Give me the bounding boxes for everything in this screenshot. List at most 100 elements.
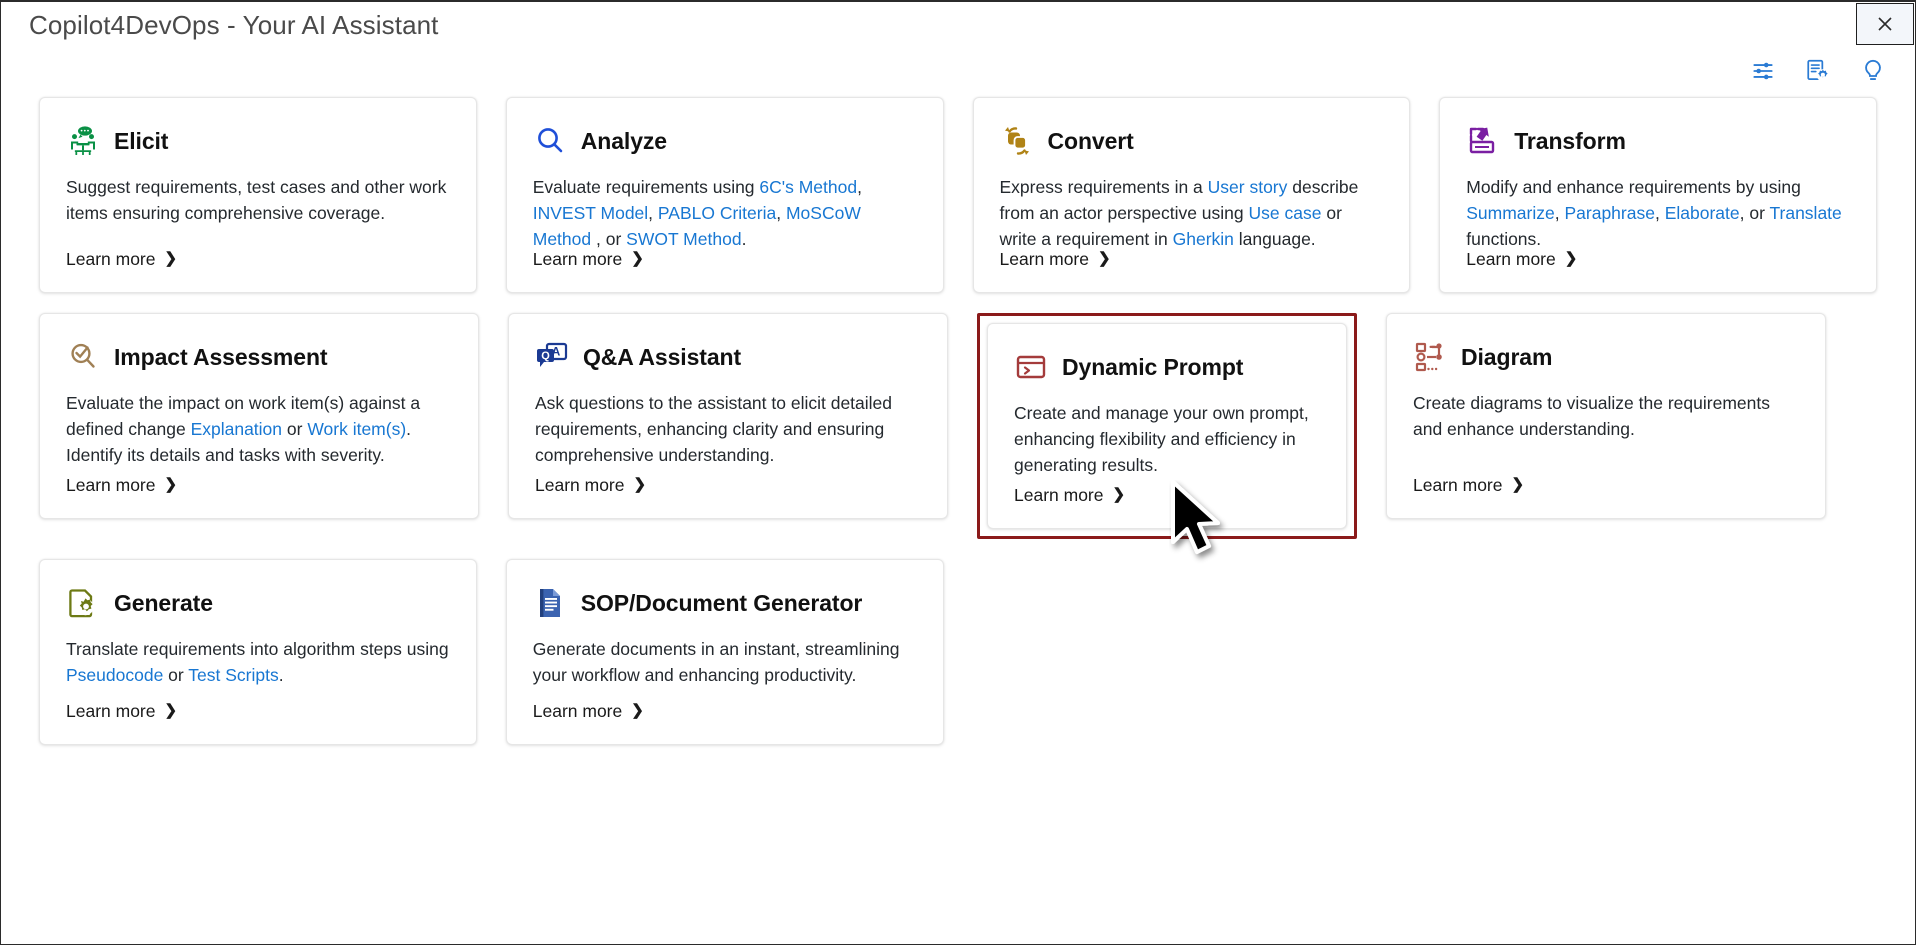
card-dynamic-prompt[interactable]: Dynamic Prompt Create and manage your ow… (987, 323, 1347, 529)
description-text: or (282, 419, 308, 439)
description-link[interactable]: 6C's Method (759, 177, 857, 197)
learn-more-link-convert[interactable]: Learn more ❯ (1000, 249, 1111, 270)
learn-more-link-sop-document-generator[interactable]: Learn more ❯ (533, 701, 644, 722)
description-text: . (278, 665, 284, 685)
diagram-nodes-icon (1413, 340, 1447, 374)
description-link[interactable]: Elaborate (1665, 203, 1740, 223)
description-text: . (741, 229, 747, 249)
learn-more-label: Learn more (535, 475, 625, 495)
card-cell-empty (973, 559, 1411, 745)
settings-sliders-icon[interactable] (1749, 57, 1777, 85)
description-link[interactable]: Work item(s) (307, 419, 406, 439)
card-generate[interactable]: Generate Translate requirements into alg… (39, 559, 477, 745)
description-text: , (857, 177, 862, 197)
lightbulb-icon[interactable] (1859, 57, 1887, 85)
title-bar: Copilot4DevOps - Your AI Assistant (1, 2, 1915, 49)
learn-more-link-analyze[interactable]: Learn more ❯ (533, 249, 644, 270)
learn-more-link-diagram[interactable]: Learn more ❯ (1413, 475, 1524, 496)
description-text: Generate documents in an instant, stream… (532, 639, 900, 685)
chevron-right-icon: ❯ (631, 250, 644, 267)
card-title: Transform (1514, 127, 1626, 154)
description-text: , or (591, 229, 627, 249)
learn-more-label: Learn more (66, 475, 156, 495)
feature-card-grid: Elicit Suggest requirements, test cases … (1, 97, 1915, 944)
description-link[interactable]: Pseudocode (66, 665, 163, 685)
description-link[interactable]: PABLO Criteria (658, 203, 776, 223)
learn-more-label: Learn more (66, 249, 156, 269)
chevron-right-icon: ❯ (164, 476, 178, 493)
card-header: Generate (66, 584, 450, 622)
card-title: Dynamic Prompt (1062, 353, 1244, 380)
card-cell-generate: Generate Translate requirements into alg… (39, 559, 477, 745)
card-cell-impact-assessment: Impact Assessment Evaluate the impact on… (39, 313, 479, 539)
card-transform[interactable]: Transform Modify and enhance requirement… (1439, 97, 1877, 293)
description-text: , or (1739, 203, 1770, 223)
description-text: Create and manage your own prompt, enhan… (1014, 403, 1309, 475)
card-title: Elicit (114, 127, 169, 154)
page-title: Copilot4DevOps - Your AI Assistant (29, 10, 439, 40)
card-cell-elicit: Elicit Suggest requirements, test cases … (39, 97, 477, 293)
card-title: Impact Assessment (114, 343, 328, 370)
card-cell-dynamic-prompt-highlighted: Dynamic Prompt Create and manage your ow… (977, 313, 1357, 539)
qa-chat-icon: A Q (535, 340, 569, 374)
card-sop-document-generator[interactable]: SOP/Document Generator Generate document… (505, 559, 944, 745)
card-cell-diagram: Diagram Create diagrams to visualize the… (1386, 313, 1826, 539)
description-text: Modify and enhance requirements by using (1466, 177, 1801, 197)
card-cell-empty (1439, 559, 1877, 745)
card-description: Ask questions to the assistant to elicit… (535, 390, 921, 468)
card-elicit[interactable]: Elicit Suggest requirements, test cases … (39, 97, 477, 293)
description-link[interactable]: INVEST Model (533, 203, 648, 223)
card-impact-assessment[interactable]: Impact Assessment Evaluate the impact on… (39, 313, 479, 519)
card-row: Generate Translate requirements into alg… (39, 559, 1877, 745)
card-convert[interactable]: Convert Express requirements in a User s… (972, 97, 1411, 293)
card-row: Elicit Suggest requirements, test cases … (39, 97, 1877, 293)
card-description: Translate requirements into algorithm st… (66, 636, 450, 688)
learn-more-link-generate[interactable]: Learn more ❯ (66, 701, 177, 722)
close-icon (1875, 14, 1895, 34)
description-link[interactable]: User story (1208, 177, 1288, 197)
learn-more-link-elicit[interactable]: Learn more ❯ (66, 249, 177, 270)
description-link[interactable]: Explanation (191, 419, 282, 439)
card-analyze[interactable]: Analyze Evaluate requirements using 6C's… (505, 97, 944, 293)
chevron-right-icon: ❯ (1098, 250, 1111, 267)
chevron-right-icon: ❯ (631, 702, 644, 719)
description-link[interactable]: Use case (1249, 203, 1322, 223)
card-cell-qa-assistant: A Q Q&A Assistant Ask questions to the a… (508, 313, 948, 539)
generate-doc-gear-icon (66, 586, 100, 620)
card-description: Create diagrams to visualize the require… (1413, 390, 1799, 442)
description-link[interactable]: Gherkin (1173, 229, 1234, 249)
description-text: Create diagrams to visualize the require… (1413, 393, 1770, 439)
learn-more-label: Learn more (999, 249, 1090, 269)
description-text: functions. (1466, 229, 1542, 249)
description-text: Translate requirements into algorithm st… (66, 639, 449, 659)
learn-more-label: Learn more (66, 701, 156, 721)
chevron-right-icon: ❯ (164, 250, 178, 267)
svg-text:Q: Q (541, 350, 550, 362)
card-title: Analyze (580, 127, 667, 154)
card-diagram[interactable]: Diagram Create diagrams to visualize the… (1386, 313, 1826, 519)
card-description: Evaluate the impact on work item(s) agai… (66, 390, 452, 468)
learn-more-link-impact-assessment[interactable]: Learn more ❯ (66, 475, 177, 496)
convert-rotate-icon (1000, 124, 1034, 158)
card-description: Evaluate requirements using 6C's Method,… (533, 174, 917, 252)
close-button[interactable] (1856, 3, 1914, 45)
description-link[interactable]: Paraphrase (1564, 203, 1654, 223)
card-title: Diagram (1461, 343, 1553, 370)
document-settings-icon[interactable] (1804, 57, 1832, 85)
description-text: , (1654, 203, 1665, 223)
learn-more-link-qa-assistant[interactable]: Learn more ❯ (535, 475, 646, 496)
card-row: Impact Assessment Evaluate the impact on… (39, 313, 1877, 539)
description-text: language. (1233, 229, 1316, 249)
chevron-right-icon: ❯ (164, 702, 178, 719)
card-header: Analyze (533, 122, 917, 160)
learn-more-link-transform[interactable]: Learn more ❯ (1466, 249, 1577, 270)
card-qa-assistant[interactable]: A Q Q&A Assistant Ask questions to the a… (508, 313, 948, 519)
transform-export-icon (1466, 124, 1500, 158)
description-link[interactable]: Translate (1769, 203, 1841, 223)
description-link[interactable]: Test Scripts (188, 665, 278, 685)
learn-more-link-dynamic-prompt[interactable]: Learn more ❯ (1014, 485, 1125, 506)
card-title: Q&A Assistant (583, 343, 742, 370)
sop-document-icon (533, 586, 567, 620)
description-link[interactable]: Summarize (1466, 203, 1555, 223)
description-link[interactable]: SWOT Method (626, 229, 741, 249)
